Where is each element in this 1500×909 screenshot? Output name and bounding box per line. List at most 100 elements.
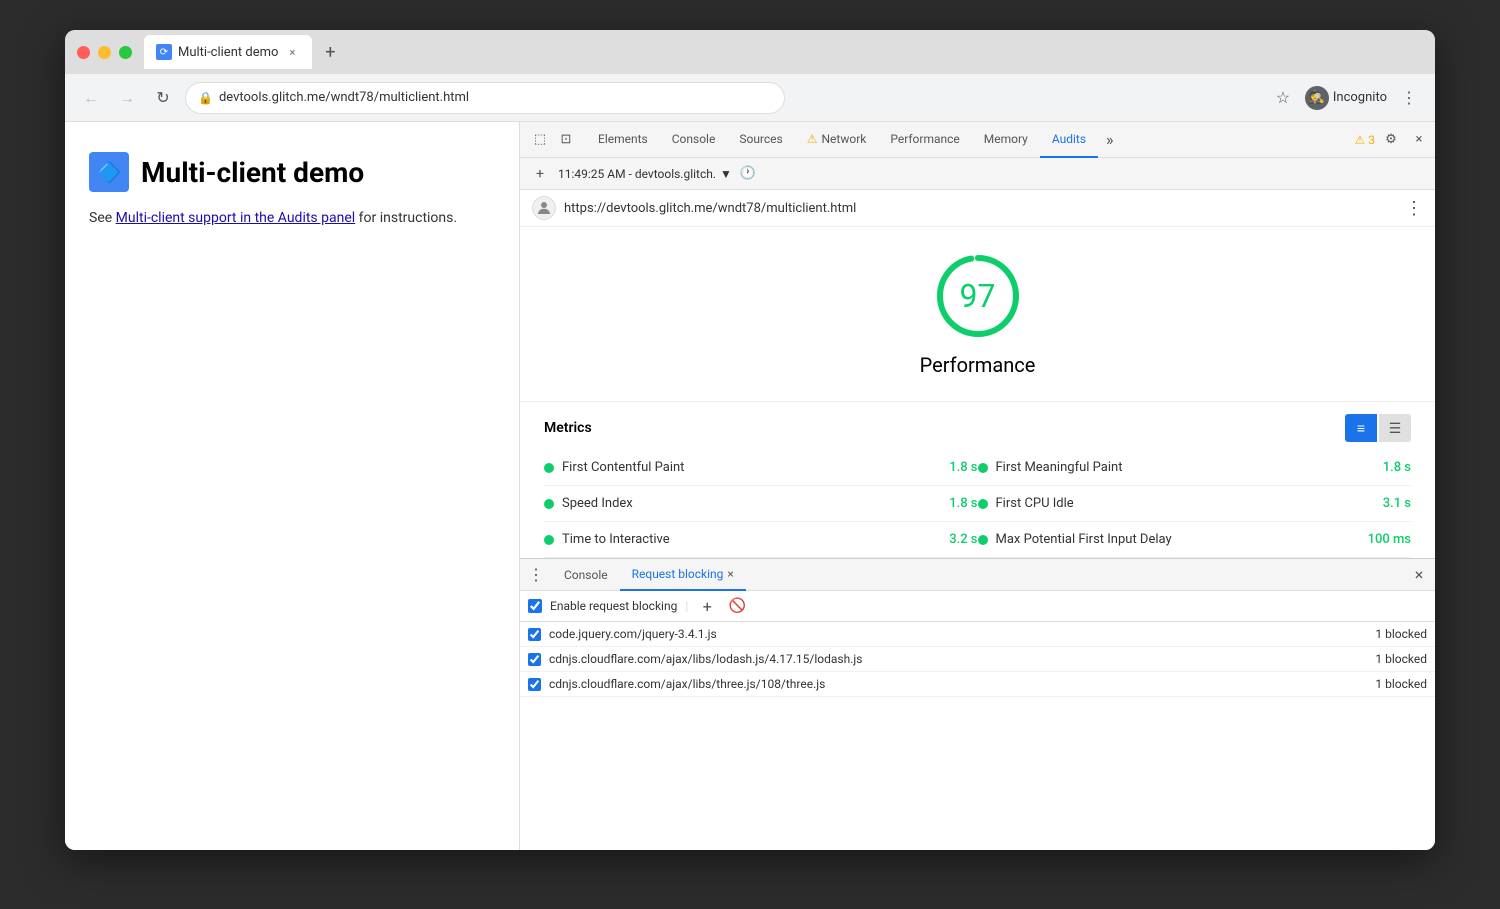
devtools-close-button[interactable]: × — [1407, 128, 1431, 152]
close-traffic-light[interactable] — [77, 46, 90, 59]
metric-row: Speed Index 1.8 s — [544, 486, 978, 522]
metric-name-tti: Time to Interactive — [562, 532, 941, 547]
metric-row: Max Potential First Input Delay 100 ms — [978, 522, 1412, 558]
enable-request-blocking-label: Enable request blocking — [550, 599, 677, 613]
request-blocking-toolbar: Enable request blocking | + 🚫 — [520, 591, 1435, 622]
devtools-tabs: ⬚ ⊡ Elements Console Sources ⚠ Network P… — [520, 122, 1435, 158]
drawer-menu-button[interactable]: ⋮ — [524, 563, 548, 587]
inspect-element-icon[interactable]: ⬚ — [528, 128, 552, 152]
metric-name-fmp: First Meaningful Paint — [996, 460, 1375, 475]
chrome-menu-button[interactable]: ⋮ — [1395, 84, 1423, 112]
blocked-items-list: code.jquery.com/jquery-3.4.1.js 1 blocke… — [520, 622, 1435, 850]
metrics-title: Metrics — [544, 420, 1345, 436]
metric-value-mpfid: 100 ms — [1368, 532, 1411, 547]
score-label: Performance — [920, 353, 1036, 377]
add-blocking-pattern-button[interactable]: + — [696, 595, 718, 617]
devtools-settings-button[interactable]: ⚙ — [1379, 128, 1403, 152]
blocked-item: cdnjs.cloudflare.com/ajax/libs/lodash.js… — [520, 647, 1435, 672]
metric-value-tti: 3.2 s — [949, 532, 977, 547]
url-text: devtools.glitch.me/wndt78/multiclient.ht… — [219, 90, 469, 105]
bookmark-button[interactable]: ☆ — [1269, 84, 1297, 112]
tab-console[interactable]: Console — [660, 122, 728, 158]
browser-window: Multi-client demo × + ← → ↻ 🔒 devtools.g… — [65, 30, 1435, 850]
device-toolbar-icon[interactable]: ⊡ — [554, 128, 578, 152]
blocked-item-url-1: cdnjs.cloudflare.com/ajax/libs/lodash.js… — [549, 652, 1367, 666]
drawer-tab-console[interactable]: Console — [552, 559, 620, 591]
metrics-view-toggle: ≡ ☰ — [1345, 414, 1411, 442]
block-all-button[interactable]: 🚫 — [726, 595, 748, 617]
address-actions: ☆ 🕵 Incognito ⋮ — [1269, 84, 1423, 112]
blocked-item: cdnjs.cloudflare.com/ajax/libs/three.js/… — [520, 672, 1435, 697]
back-button[interactable]: ← — [77, 84, 105, 112]
metric-name-si: Speed Index — [562, 496, 941, 511]
metric-value-fmp: 1.8 s — [1383, 460, 1411, 475]
blocked-item-checkbox-2[interactable] — [528, 678, 541, 691]
metric-value-si: 1.8 s — [949, 496, 977, 511]
blocked-item-count-0: 1 blocked — [1375, 627, 1427, 641]
new-tab-button[interactable]: + — [316, 38, 344, 66]
devtools-toolbar: + 11:49:25 AM - devtools.glitch. ▼ 🕐 — [520, 158, 1435, 190]
desc-suffix: for instructions. — [355, 210, 457, 226]
url-bar[interactable]: 🔒 devtools.glitch.me/wndt78/multiclient.… — [185, 82, 785, 114]
metrics-grid: First Contentful Paint 1.8 s Speed Index… — [544, 450, 1411, 558]
reload-button[interactable]: ↻ — [149, 84, 177, 112]
metric-name-fci: First CPU Idle — [996, 496, 1375, 511]
score-section: 97 Performance — [520, 227, 1435, 402]
maximize-traffic-light[interactable] — [119, 46, 132, 59]
new-audit-button[interactable]: + — [528, 162, 552, 186]
forward-button[interactable]: → — [113, 84, 141, 112]
tab-favicon-icon — [156, 44, 172, 60]
incognito-badge: 🕵 Incognito — [1305, 86, 1387, 110]
devtools-url: https://devtools.glitch.me/wndt78/multic… — [564, 201, 1397, 216]
warning-count: ⚠ 3 — [1354, 133, 1375, 147]
blocked-item-checkbox-0[interactable] — [528, 628, 541, 641]
metric-dot-fmp — [978, 463, 988, 473]
blocked-item-checkbox-1[interactable] — [528, 653, 541, 666]
devtools-tab-actions: ⚠ 3 ⚙ × — [1354, 128, 1431, 152]
more-tabs-button[interactable]: » — [1098, 130, 1122, 149]
metric-row: Time to Interactive 3.2 s — [544, 522, 978, 558]
audit-history-button[interactable]: 🕐 — [738, 164, 758, 184]
metrics-header: Metrics ≡ ☰ — [544, 402, 1411, 450]
traffic-lights — [77, 46, 132, 59]
score-value: 97 — [960, 277, 996, 315]
tab-close-button[interactable]: × — [284, 44, 300, 60]
metrics-grid-view-button[interactable]: ≡ — [1345, 414, 1377, 442]
browser-tab[interactable]: Multi-client demo × — [144, 35, 312, 69]
bottom-drawer: ⋮ Console Request blocking × × Enable re… — [520, 558, 1435, 850]
metrics-section: Metrics ≡ ☰ First Contentful Paint 1.8 s — [520, 402, 1435, 558]
desc-prefix: See — [89, 210, 116, 226]
main-content: 🔷 Multi-client demo See Multi-client sup… — [65, 122, 1435, 850]
blocked-item-url-0: code.jquery.com/jquery-3.4.1.js — [549, 627, 1367, 641]
enable-request-blocking-checkbox[interactable] — [528, 599, 542, 613]
blocked-item: code.jquery.com/jquery-3.4.1.js 1 blocke… — [520, 622, 1435, 647]
timestamp-dropdown[interactable]: ▼ — [720, 167, 732, 181]
tab-performance[interactable]: Performance — [878, 122, 971, 158]
metrics-list-view-button[interactable]: ☰ — [1379, 414, 1411, 442]
lock-icon: 🔒 — [198, 91, 213, 105]
drawer-tab-close-button[interactable]: × — [727, 567, 733, 581]
metric-value-fcp: 1.8 s — [949, 460, 977, 475]
metric-dot-mpfid — [978, 535, 988, 545]
performance-score-circle: 97 — [933, 251, 1023, 341]
minimize-traffic-light[interactable] — [98, 46, 111, 59]
tab-sources[interactable]: Sources — [727, 122, 794, 158]
tab-elements[interactable]: Elements — [586, 122, 660, 158]
devtools-url-more-button[interactable]: ⋮ — [1405, 198, 1423, 219]
site-avatar — [532, 196, 556, 220]
devtools-tab-icons: ⬚ ⊡ — [524, 128, 582, 152]
metric-dot-si — [544, 499, 554, 509]
tab-audits[interactable]: Audits — [1040, 122, 1098, 158]
page-icon: 🔷 — [89, 152, 129, 192]
tab-network[interactable]: ⚠ Network — [795, 122, 879, 158]
drawer-tab-request-blocking[interactable]: Request blocking × — [620, 559, 746, 591]
devtools-panel: ⬚ ⊡ Elements Console Sources ⚠ Network P… — [520, 122, 1435, 850]
metric-dot-fci — [978, 499, 988, 509]
metrics-left-column: First Contentful Paint 1.8 s Speed Index… — [544, 450, 978, 558]
metric-row: First Meaningful Paint 1.8 s — [978, 450, 1412, 486]
tab-memory[interactable]: Memory — [972, 122, 1040, 158]
page-header: 🔷 Multi-client demo — [89, 152, 495, 192]
audits-panel-link[interactable]: Multi-client support in the Audits panel — [116, 210, 356, 226]
tab-bar: Multi-client demo × + — [144, 35, 1423, 69]
drawer-close-button[interactable]: × — [1407, 563, 1431, 587]
